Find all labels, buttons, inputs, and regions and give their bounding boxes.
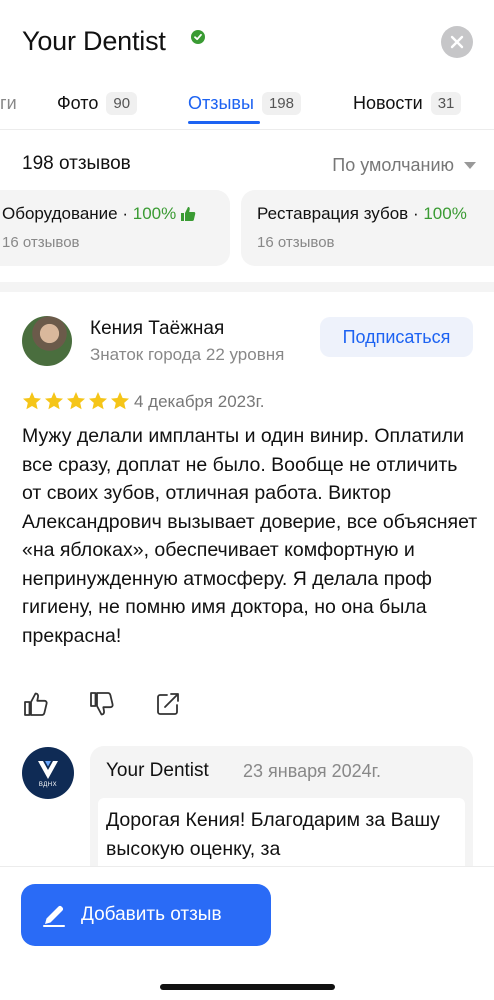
tab-count-badge: 90 [106, 91, 138, 115]
review-date: 4 декабря 2023г. [134, 392, 265, 411]
review-actions [22, 690, 182, 718]
reply-date: 23 января 2024г. [243, 761, 382, 781]
tab-bar: ги Фото 90 Отзывы 198 Новости 31 [0, 78, 494, 130]
aspect-title-row: Реставрация зубов · 100% [257, 204, 494, 224]
aspect-card[interactable]: Реставрация зубов · 100% 16 отзывов [241, 190, 494, 266]
thumb-up-icon [181, 207, 196, 221]
aspect-title-row: Оборудование · 100% [2, 204, 214, 224]
share-button[interactable] [154, 690, 182, 718]
review-author[interactable]: Кения Таёжная [90, 318, 224, 340]
reviews-count: 198 отзывов [22, 153, 131, 174]
thumb-down-icon [90, 692, 114, 716]
thumb-up-icon [24, 692, 48, 716]
tab-label: Отзывы [188, 92, 254, 113]
add-review-button[interactable]: Добавить отзыв [21, 884, 271, 946]
business-reply: Your Dentist 23 января 2024г. Дорогая Ке… [90, 746, 473, 890]
dislike-button[interactable] [88, 690, 116, 718]
tab-label: Фото [57, 92, 99, 113]
tab-count-badge: 198 [261, 91, 301, 115]
tab-news[interactable]: Новости 31 [353, 88, 462, 118]
pencil-icon [43, 905, 65, 927]
star-icon [111, 392, 129, 410]
reply-author: Your Dentist [106, 760, 209, 781]
aspect-separator: · [408, 204, 424, 223]
logo-text: ВДНХ [38, 781, 58, 788]
like-button[interactable] [22, 690, 50, 718]
aspect-title: Реставрация зубов [257, 204, 409, 223]
aspect-cards: Оборудование · 100% 16 отзывов Реставрац… [0, 190, 494, 266]
star-icon [67, 392, 85, 410]
tab-reviews[interactable]: Отзывы 198 [188, 88, 301, 118]
bottom-bar: Добавить отзыв [0, 866, 494, 1000]
verified-icon [191, 30, 205, 44]
add-review-label: Добавить отзыв [81, 904, 222, 925]
header: Your Dentist [0, 0, 494, 70]
star-icon [23, 392, 41, 410]
section-divider [0, 282, 494, 292]
vdnh-logo-icon [38, 760, 58, 779]
tab-partial[interactable]: ги [0, 88, 17, 118]
page-title: Your Dentist [22, 26, 166, 56]
home-indicator [160, 984, 335, 990]
close-icon [450, 35, 464, 49]
reply-text: Дорогая Кения! Благодарим за Вашу высоку… [106, 809, 440, 860]
review-text: Мужу делали импланты и один винир. Оплат… [22, 425, 478, 647]
star-icon [89, 392, 107, 410]
tab-photos[interactable]: Фото 90 [57, 88, 138, 118]
avatar[interactable] [22, 316, 72, 366]
star-icon [45, 392, 63, 410]
close-button[interactable] [441, 26, 473, 58]
aspect-percent: 100% [132, 204, 177, 223]
tab-count-badge: 31 [430, 91, 462, 115]
aspect-count: 16 отзывов [257, 234, 335, 251]
aspect-percent: 100% [423, 204, 467, 223]
author-level: Знаток города 22 уровня [90, 345, 285, 364]
chevron-down-icon [464, 162, 476, 169]
share-icon [157, 693, 179, 715]
subscribe-button[interactable]: Подписаться [320, 317, 473, 357]
aspect-count: 16 отзывов [2, 234, 80, 251]
tab-label: Новости [353, 92, 423, 113]
active-tab-indicator [188, 121, 260, 124]
aspect-separator: · [117, 204, 133, 223]
aspect-title: Оборудование [2, 204, 118, 223]
aspect-card[interactable]: Оборудование · 100% 16 отзывов [0, 190, 230, 266]
sort-label: По умолчанию [332, 155, 454, 175]
sort-dropdown[interactable]: По умолчанию [332, 155, 476, 176]
rating-stars [22, 391, 130, 411]
business-logo[interactable]: ВДНХ [22, 747, 74, 799]
